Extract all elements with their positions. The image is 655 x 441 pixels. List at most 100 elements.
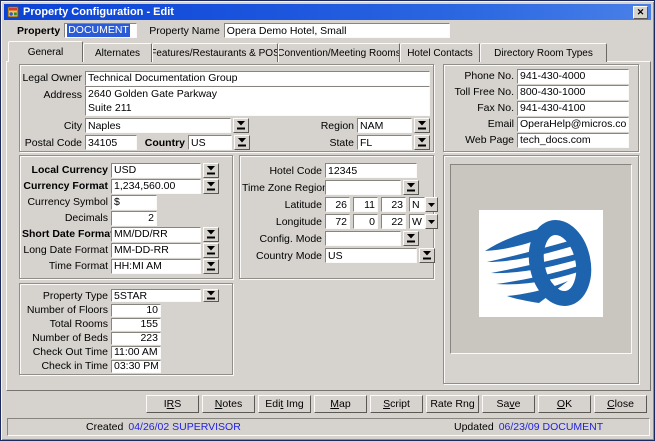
legal-owner-field[interactable] <box>85 71 430 86</box>
property-field[interactable]: DOCUMENT <box>64 23 137 38</box>
tab-features-restaurants-pos[interactable]: Features/Restaurants & POS <box>152 43 278 62</box>
currency-group: Local Currency Currency Format Currency … <box>19 155 233 279</box>
long-date-format-field[interactable] <box>111 243 201 258</box>
phone-field[interactable] <box>517 69 629 84</box>
updated-label: Updated <box>454 421 494 433</box>
map-button[interactable]: Map <box>314 395 367 413</box>
region-field[interactable] <box>357 118 412 133</box>
property-name-field[interactable] <box>224 23 450 38</box>
state-lov-button[interactable] <box>414 135 430 150</box>
updated-value: 06/23/09 DOCUMENT <box>499 421 603 433</box>
short-date-lov-button[interactable] <box>203 227 219 242</box>
latitude-direction-field[interactable] <box>409 197 425 212</box>
longitude-label: Longitude <box>242 216 322 228</box>
country-field[interactable] <box>188 135 232 150</box>
property-type-field[interactable] <box>111 289 201 302</box>
property-type-lov-button[interactable] <box>203 289 219 302</box>
long-date-format-label: Long Date Format <box>22 244 108 256</box>
tab-hotel-contacts[interactable]: Hotel Contacts <box>400 43 480 62</box>
longitude-minutes-field[interactable] <box>353 214 378 229</box>
short-date-format-field[interactable] <box>111 227 201 242</box>
address-field[interactable]: 2640 Golden Gate Parkway Suite 211 <box>85 86 430 116</box>
tab-general[interactable]: General <box>8 41 83 62</box>
decimals-field[interactable] <box>111 211 157 226</box>
lov-arrow-icon <box>207 166 215 175</box>
total-rooms-label: Total Rooms <box>22 318 108 330</box>
number-of-beds-field[interactable] <box>111 332 161 345</box>
longitude-degrees-field[interactable] <box>325 214 350 229</box>
latitude-degrees-field[interactable] <box>325 197 350 212</box>
lov-arrow-icon <box>207 262 215 271</box>
time-zone-lov-button[interactable] <box>403 180 419 195</box>
created-status: Created 04/26/02 SUPERVISOR <box>86 421 241 433</box>
country-mode-lov-button[interactable] <box>419 248 435 263</box>
city-field[interactable] <box>85 118 231 133</box>
irs-button[interactable]: IRS <box>146 395 199 413</box>
latitude-direction-dropdown[interactable] <box>425 197 438 212</box>
latitude-minutes-field[interactable] <box>353 197 378 212</box>
tab-strip: General Alternates Features/Restaurants … <box>8 41 607 62</box>
property-configuration-window: Property Configuration - Edit ✕ Property… <box>0 0 655 441</box>
postal-code-label: Postal Code <box>22 137 82 149</box>
local-currency-lov-button[interactable] <box>203 163 219 178</box>
time-zone-region-field[interactable] <box>325 180 401 195</box>
latitude-seconds-field[interactable] <box>381 197 406 212</box>
close-button-bottom[interactable]: Close <box>594 395 647 413</box>
property-type-label: Property Type <box>22 290 108 302</box>
country-mode-field[interactable] <box>325 248 417 263</box>
check-out-time-field[interactable] <box>111 346 161 359</box>
total-rooms-field[interactable] <box>111 318 161 331</box>
chevron-down-icon <box>428 220 435 224</box>
logo-group <box>443 155 639 384</box>
local-currency-label: Local Currency <box>22 164 108 176</box>
lov-arrow-icon <box>207 182 215 191</box>
country-lov-button[interactable] <box>234 135 250 150</box>
longitude-direction-dropdown[interactable] <box>425 214 438 229</box>
check-in-time-field[interactable] <box>111 360 161 373</box>
save-button[interactable]: Save <box>482 395 535 413</box>
script-button[interactable]: Script <box>370 395 423 413</box>
notes-button[interactable]: Notes <box>202 395 255 413</box>
toll-free-field[interactable] <box>517 85 629 100</box>
state-label: State <box>299 137 354 149</box>
long-date-lov-button[interactable] <box>203 243 219 258</box>
lov-arrow-icon <box>418 121 426 130</box>
tab-convention-meeting-rooms[interactable]: Convention/Meeting Rooms <box>278 43 400 62</box>
fax-field[interactable] <box>517 101 629 116</box>
lov-arrow-icon <box>207 291 215 300</box>
email-label: Email <box>446 118 514 130</box>
ok-button[interactable]: OK <box>538 395 591 413</box>
config-mode-field[interactable] <box>325 231 401 246</box>
hotel-code-field[interactable] <box>325 163 417 178</box>
created-label: Created <box>86 421 123 433</box>
property-label: Property <box>17 25 60 37</box>
postal-code-field[interactable] <box>85 135 137 150</box>
longitude-direction-field[interactable] <box>409 214 425 229</box>
address-label: Address <box>22 89 82 101</box>
email-field[interactable] <box>517 117 629 132</box>
currency-format-lov-button[interactable] <box>203 179 219 194</box>
close-button[interactable]: ✕ <box>633 6 648 19</box>
currency-format-field[interactable] <box>111 179 201 194</box>
config-mode-lov-button[interactable] <box>403 231 419 246</box>
time-format-field[interactable] <box>111 259 201 274</box>
logo-panel <box>450 164 632 354</box>
legal-owner-label: Legal Owner <box>22 72 82 84</box>
web-page-field[interactable] <box>517 133 629 148</box>
local-currency-field[interactable] <box>111 163 201 178</box>
region-lov-button[interactable] <box>414 118 430 133</box>
number-of-floors-field[interactable] <box>111 304 161 317</box>
city-lov-button[interactable] <box>233 118 249 133</box>
currency-symbol-field[interactable] <box>111 195 157 210</box>
created-value: 04/26/02 SUPERVISOR <box>128 421 240 433</box>
rate-rng-button[interactable]: Rate Rng <box>426 395 479 413</box>
tab-alternates[interactable]: Alternates <box>83 43 152 62</box>
tab-directory-room-types[interactable]: Directory Room Types <box>480 43 607 62</box>
state-field[interactable] <box>357 135 412 150</box>
time-format-lov-button[interactable] <box>203 259 219 274</box>
lov-arrow-icon <box>407 183 415 192</box>
hotel-code-label: Hotel Code <box>242 165 322 177</box>
edit-img-button[interactable]: Edit Img <box>258 395 311 413</box>
longitude-seconds-field[interactable] <box>381 214 406 229</box>
time-zone-region-label: Time Zone Region <box>242 182 322 194</box>
